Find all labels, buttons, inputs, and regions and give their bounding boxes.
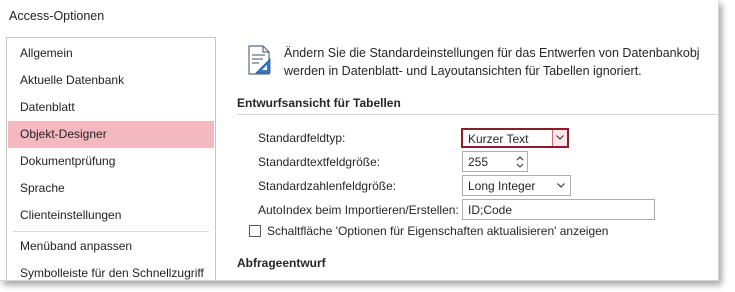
show-property-update-options-label: Schaltfläche 'Optionen für Eigenschaften… — [267, 224, 609, 238]
sidebar-item-dokumentpruefung[interactable]: Dokumentprüfung — [8, 148, 214, 175]
section-heading-table-design: Entwurfsansicht für Tabellen — [237, 96, 401, 110]
autoindex-label: AutoIndex beim Importieren/Erstellen: — [258, 203, 459, 217]
default-field-type-label: Standardfeldtyp: — [258, 131, 346, 145]
sidebar-item-schnellzugriff[interactable]: Symbolleiste für den Schnellzugriff — [8, 260, 214, 280]
autoindex-input[interactable]: ID;Code — [462, 199, 655, 220]
section-divider — [237, 114, 718, 115]
section-heading-query-design: Abfrageentwurf — [237, 256, 326, 270]
default-number-size-label: Standardzahlenfeldgröße: — [258, 179, 397, 193]
options-content: Ändern Sie die Standardeinstellungen für… — [222, 34, 718, 280]
intro-text: Ändern Sie die Standardeinstellungen für… — [284, 44, 718, 80]
default-text-size-spinner[interactable]: 255 — [462, 151, 528, 172]
sidebar-item-datenblatt[interactable]: Datenblatt — [8, 94, 214, 121]
sidebar-item-menueband-anpassen[interactable]: Menüband anpassen — [8, 233, 214, 260]
chevron-down-icon[interactable] — [554, 178, 568, 194]
default-text-size-label: Standardtextfeldgröße: — [258, 155, 381, 169]
sidebar-item-clienteinstellungen[interactable]: Clienteinstellungen — [8, 202, 214, 229]
default-text-size-value: 255 — [468, 155, 489, 169]
options-window: Access-Optionen Allgemein Aktuelle Daten… — [0, 0, 719, 281]
autoindex-value: ID;Code — [468, 203, 513, 217]
chevron-down-icon[interactable] — [552, 130, 567, 146]
default-field-type-combo[interactable]: Kurzer Text — [461, 128, 569, 148]
intro-line-1: Ändern Sie die Standardeinstellungen für… — [284, 46, 700, 60]
title-bar: Access-Optionen — [0, 0, 718, 34]
default-field-type-value: Kurzer Text — [468, 132, 529, 146]
options-sidebar: Allgemein Aktuelle Datenbank Datenblatt … — [6, 37, 216, 280]
default-number-size-combo[interactable]: Long Integer — [462, 175, 571, 196]
sidebar-item-sprache[interactable]: Sprache — [8, 175, 214, 202]
sidebar-item-objekt-designer[interactable]: Objekt-Designer — [8, 121, 214, 148]
form-design-icon — [246, 44, 274, 76]
show-property-update-options-checkbox[interactable] — [249, 225, 261, 237]
sidebar-item-aktuelle-datenbank[interactable]: Aktuelle Datenbank — [8, 67, 214, 94]
default-number-size-value: Long Integer — [468, 179, 536, 193]
window-title: Access-Optionen — [9, 9, 105, 23]
sidebar-divider — [13, 231, 209, 232]
spin-arrows-icon[interactable] — [515, 153, 525, 171]
intro-line-2: werden in Datenblatt- und Layoutansichte… — [284, 64, 642, 78]
sidebar-item-allgemein[interactable]: Allgemein — [8, 40, 214, 67]
